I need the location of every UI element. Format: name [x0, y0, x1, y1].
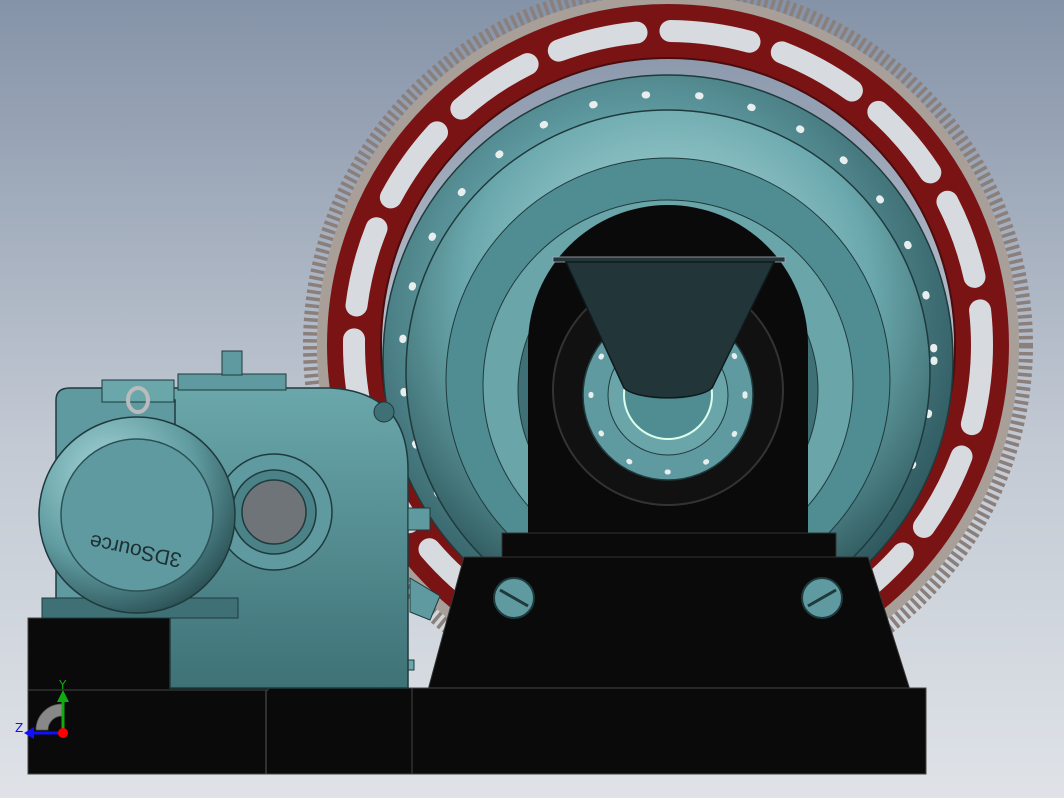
terminal-box — [101, 379, 175, 403]
pedestal-base — [427, 556, 911, 691]
output-shaft-bore — [241, 479, 307, 545]
triad-z-label: Z — [15, 721, 24, 735]
reducer-top-cover — [177, 373, 287, 391]
triad-x-origin — [58, 728, 68, 738]
foundation-main — [409, 687, 927, 775]
motor-end-cap — [60, 438, 214, 592]
reducer-flange-right — [407, 507, 431, 531]
pedestal-cap — [501, 532, 837, 560]
foundation-drive — [27, 687, 413, 775]
breather-plug — [221, 350, 243, 376]
reducer-lug-right — [373, 401, 395, 423]
cad-viewport[interactable]: 3DSource — [0, 0, 1064, 798]
triad-y-label: Y — [59, 678, 67, 692]
